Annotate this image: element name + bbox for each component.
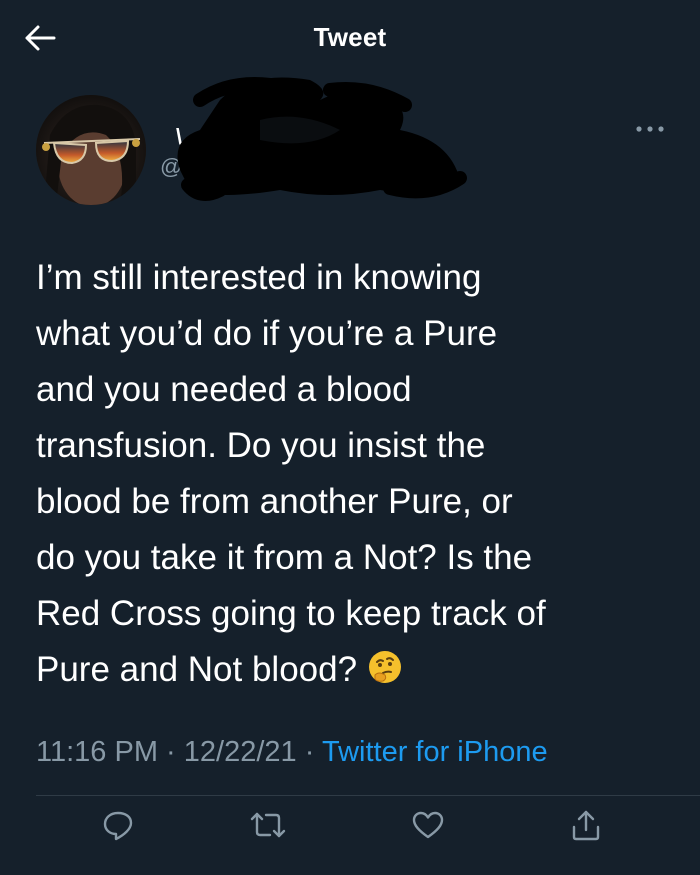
share-button[interactable] <box>564 803 608 847</box>
meta-separator: · <box>166 736 176 768</box>
avatar-image <box>36 95 146 205</box>
tweet-actions <box>0 800 700 850</box>
tweet-meta: 11:16 PM · 12/22/21 · Twitter for iPhone <box>36 736 548 769</box>
tweet-time: 11:16 PM <box>36 736 158 768</box>
heart-icon <box>412 811 444 839</box>
tweet-source-link[interactable]: Twitter for iPhone <box>322 736 548 768</box>
more-button[interactable] <box>628 114 672 144</box>
page-title: Tweet <box>313 22 387 52</box>
thinking-face-icon <box>367 646 403 683</box>
retweet-button[interactable] <box>246 803 290 847</box>
reply-button[interactable] <box>96 803 140 847</box>
meta-separator: · <box>304 736 315 768</box>
tweet-text: I’m still interested in knowing what you… <box>36 250 672 698</box>
divider <box>36 795 700 796</box>
like-button[interactable] <box>406 803 450 847</box>
avatar[interactable] <box>36 95 146 205</box>
redaction-scribble <box>177 77 467 201</box>
tweet-author: \ @ <box>0 77 700 210</box>
retweet-icon <box>250 812 286 838</box>
share-icon <box>572 810 600 841</box>
tweet-body: I’m still interested in knowing what you… <box>36 258 546 689</box>
tweet-date: 12/22/21 <box>183 736 297 768</box>
more-horizontal-icon <box>636 126 664 132</box>
reply-icon <box>103 811 133 841</box>
